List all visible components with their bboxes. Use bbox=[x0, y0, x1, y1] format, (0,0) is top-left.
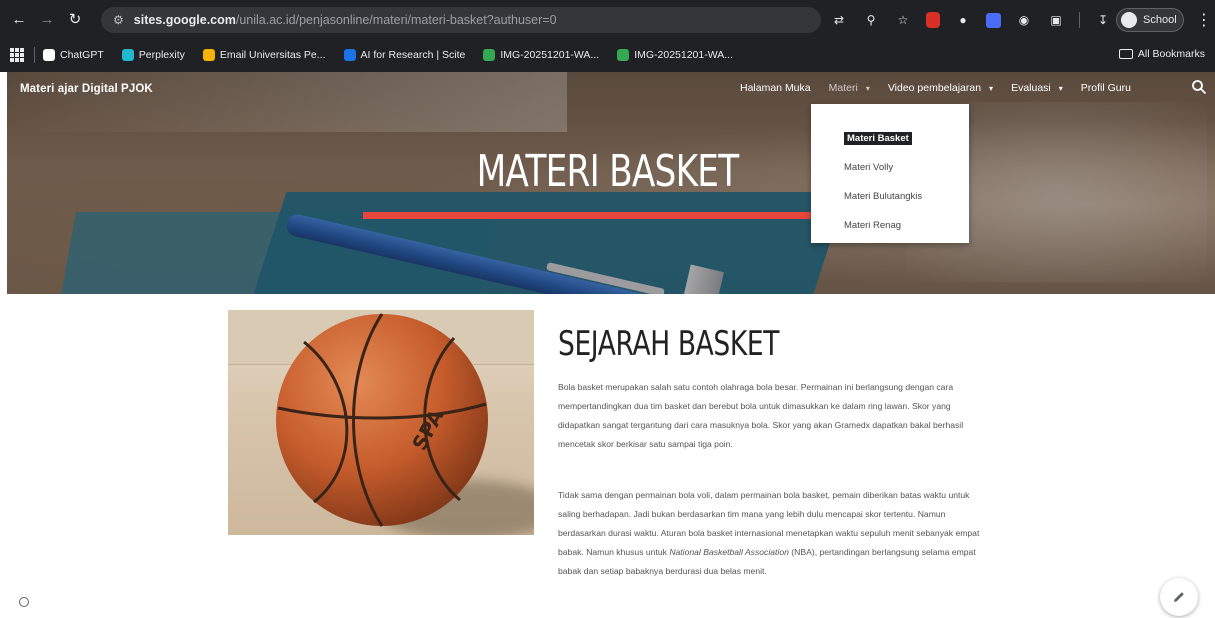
nav-item-halaman-muka[interactable]: Halaman Muka bbox=[740, 82, 811, 94]
avatar-icon bbox=[1121, 12, 1137, 28]
site-navigation: Halaman Muka Materi ▾ Video pembelajaran ▾ Ev… bbox=[740, 82, 1149, 94]
perplexity-icon bbox=[121, 49, 134, 61]
nav-item-label: Profil Guru bbox=[1080, 82, 1131, 94]
dropdown-item-label: Materi Renag bbox=[844, 220, 902, 231]
nav-item-video-pembelajaran[interactable]: Video pembelajaran ▾ bbox=[888, 82, 993, 94]
bookmark-label: Email Universitas Pe... bbox=[219, 49, 326, 61]
translate-icon[interactable]: ⇄ bbox=[830, 11, 848, 29]
browser-chrome: ← → ↻ ⚙ sites.google.com/unila.ac.id/pen… bbox=[0, 0, 1215, 72]
nav-item-materi[interactable]: Materi ▾ bbox=[829, 82, 870, 94]
chatgpt-icon bbox=[43, 49, 55, 61]
nav-item-profil-guru[interactable]: Profil Guru bbox=[1081, 82, 1131, 94]
edit-button[interactable] bbox=[1160, 578, 1198, 616]
all-bookmarks-button[interactable]: All Bookmarks bbox=[1118, 48, 1205, 60]
dropdown-item[interactable]: Materi Bulutangkis bbox=[811, 182, 969, 211]
dropdown-item-label: Materi Volly bbox=[844, 162, 894, 173]
extension-red-icon[interactable] bbox=[926, 12, 940, 28]
toolbar-divider bbox=[1079, 12, 1080, 28]
paragraph-1: Bola basket merupakan salah satu contoh … bbox=[558, 382, 964, 449]
bookmarks-bar: ChatGPT Perplexity Email Universitas Pe...… bbox=[0, 40, 1215, 70]
profile-label: School bbox=[1143, 14, 1177, 26]
image-icon bbox=[617, 49, 630, 61]
scite-icon bbox=[343, 49, 356, 61]
bookmark-item[interactable]: Perplexity bbox=[121, 49, 185, 61]
bookmark-label: ChatGPT bbox=[60, 49, 104, 61]
hero-accent-line bbox=[363, 212, 813, 219]
nav-item-label: Materi bbox=[828, 82, 858, 94]
email-icon bbox=[202, 49, 215, 61]
zoom-icon[interactable]: ⚲ bbox=[862, 11, 880, 29]
url-path: /unila.ac.id/penjasonline/materi/materi-… bbox=[235, 13, 557, 27]
bookmark-item[interactable]: Email Universitas Pe... bbox=[202, 49, 326, 61]
info-icon[interactable] bbox=[19, 597, 29, 607]
browser-menu-icon[interactable]: ⋮ bbox=[1196, 10, 1212, 30]
chevron-down-icon: ▾ bbox=[865, 83, 870, 93]
bookmark-star-icon[interactable]: ☆ bbox=[894, 11, 912, 29]
bookmark-label: IMG-20251201-WA... bbox=[500, 49, 600, 61]
extension-blue-icon[interactable] bbox=[986, 12, 1001, 28]
extension-circle-icon[interactable]: ◉ bbox=[1015, 11, 1033, 29]
bookmarks-divider bbox=[34, 47, 35, 63]
paragraph-2-italic: National Basketball Association bbox=[669, 547, 789, 557]
forward-button[interactable]: → bbox=[36, 8, 58, 30]
dropdown-item[interactable]: Materi Volly bbox=[811, 153, 969, 182]
pencil-icon bbox=[1174, 592, 1184, 602]
bookmark-item[interactable]: IMG-20251201-WA... bbox=[483, 49, 599, 61]
extension-location-icon[interactable]: ● bbox=[954, 11, 972, 29]
dropdown-item[interactable]: Materi Renag bbox=[811, 211, 969, 240]
bookmark-label: IMG-20251201-WA... bbox=[634, 49, 734, 61]
dropdown-item[interactable]: Materi Basket bbox=[811, 124, 969, 153]
nav-item-label: Video pembelajaran bbox=[887, 82, 982, 94]
bookmark-item[interactable]: AI for Research | Scite bbox=[343, 49, 466, 61]
bookmark-item[interactable]: IMG-20251201-WA... bbox=[617, 49, 733, 61]
extensions-area: ⇄ ⚲ ☆ ● ◉ ▣ ↧ bbox=[830, 9, 1126, 31]
bookmark-list: ChatGPT Perplexity Email Universitas Pe...… bbox=[43, 49, 751, 61]
apps-grid-icon[interactable] bbox=[10, 48, 24, 62]
bookmark-label: Perplexity bbox=[138, 49, 185, 61]
nav-item-label: Halaman Muka bbox=[740, 82, 811, 94]
back-button[interactable]: ← bbox=[8, 8, 30, 30]
dropdown-item-label: Materi Bulutangkis bbox=[844, 191, 923, 202]
paragraph-2: Tidak sama dengan permainan bola voli, d… bbox=[558, 486, 988, 581]
materi-dropdown-menu: Materi Basket Materi Volly Materi Bulutang… bbox=[811, 104, 969, 243]
extensions-puzzle-icon[interactable]: ▣ bbox=[1047, 11, 1065, 29]
url-domain: sites.google.com bbox=[133, 13, 236, 27]
site-title[interactable]: Materi ajar Digital PJOK bbox=[20, 83, 153, 95]
chevron-down-icon: ▾ bbox=[1058, 83, 1063, 93]
nav-item-label: Evaluasi bbox=[1011, 82, 1051, 94]
browser-toolbar: ← → ↻ ⚙ sites.google.com/unila.ac.id/pen… bbox=[0, 0, 1215, 38]
all-bookmarks-label: All Bookmarks bbox=[1137, 48, 1205, 60]
profile-button[interactable]: School bbox=[1116, 8, 1184, 32]
chevron-down-icon: ▾ bbox=[989, 83, 994, 93]
basketball-image: SPA bbox=[276, 313, 488, 527]
search-icon[interactable] bbox=[1191, 79, 1207, 95]
download-icon[interactable]: ↧ bbox=[1094, 11, 1112, 29]
reload-button[interactable]: ↻ bbox=[64, 8, 86, 30]
nav-item-evaluasi[interactable]: Evaluasi ▾ bbox=[1011, 82, 1063, 94]
folder-icon bbox=[1118, 49, 1133, 59]
dropdown-item-label: Materi Basket bbox=[844, 132, 912, 145]
section-title: SEJARAH BASKET bbox=[558, 324, 780, 364]
basketball-photo: SPA bbox=[228, 310, 534, 535]
bookmark-label: AI for Research | Scite bbox=[360, 49, 466, 61]
bookmark-item[interactable]: ChatGPT bbox=[43, 49, 104, 61]
site-info-icon[interactable]: ⚙ bbox=[113, 13, 124, 27]
address-bar[interactable]: ⚙ sites.google.com/unila.ac.id/penjasonl… bbox=[101, 7, 821, 33]
image-icon bbox=[483, 49, 496, 61]
